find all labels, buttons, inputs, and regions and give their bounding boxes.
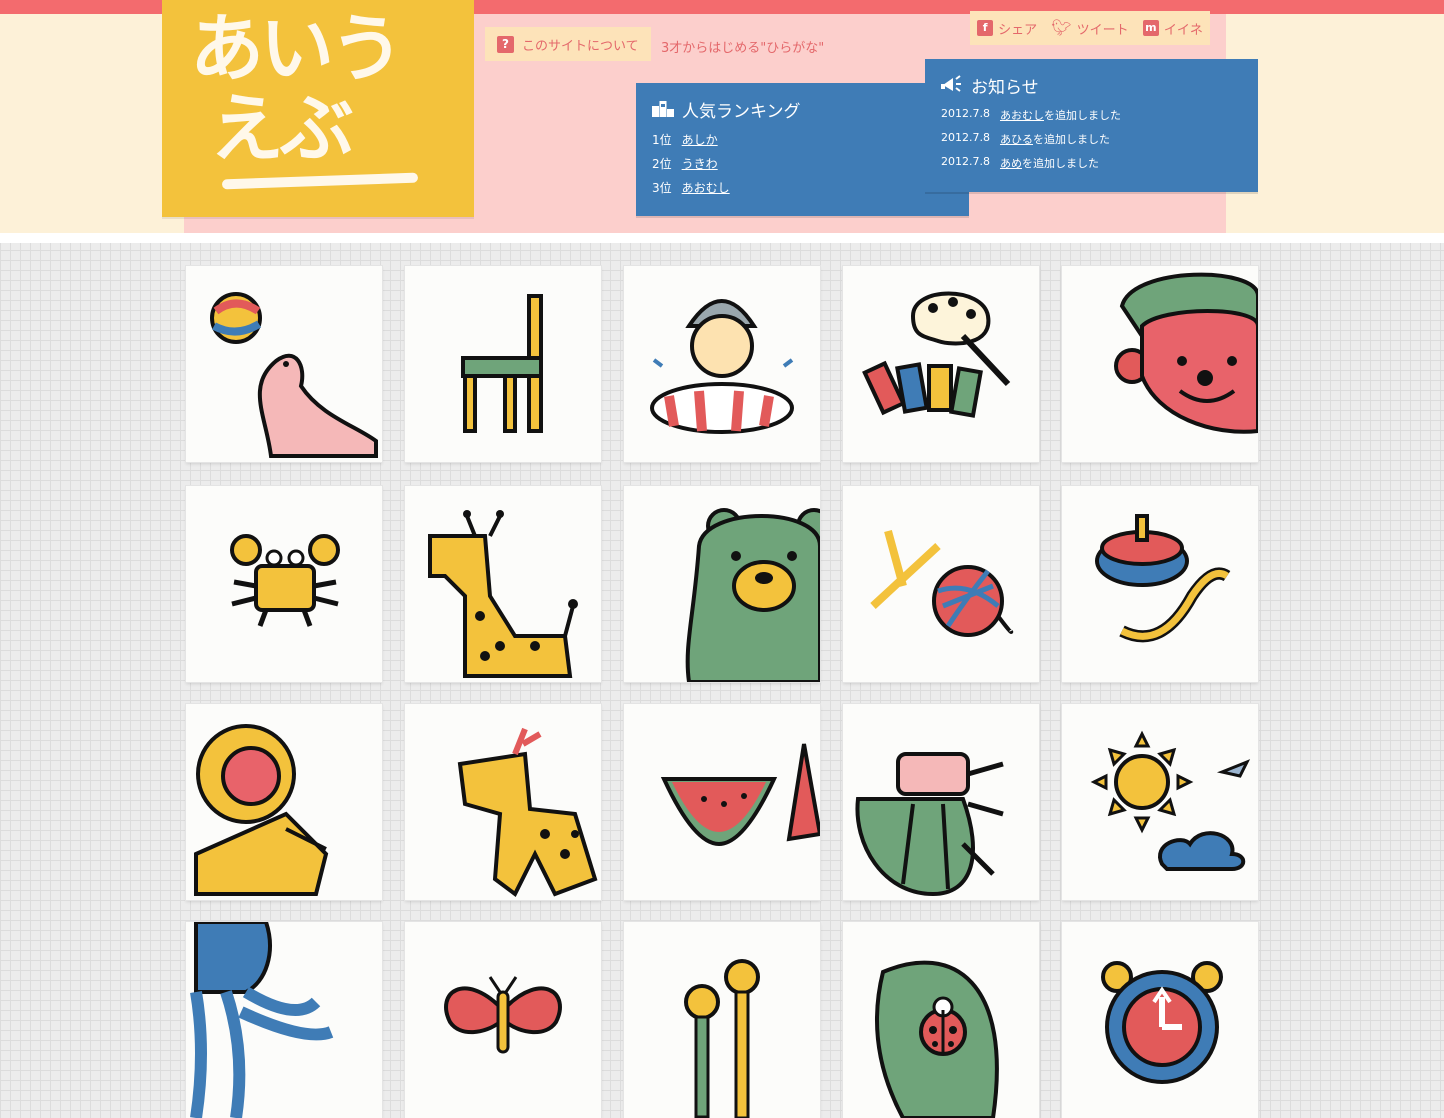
tile-paint-palette[interactable] <box>843 266 1039 462</box>
mixi-icon: m <box>1142 20 1159 36</box>
tagline: 3才からはじめる"ひらがな" <box>661 41 825 56</box>
rank-word-link[interactable]: あおむし <box>682 179 730 203</box>
ranking-title-text: 人気ランキング <box>682 102 801 122</box>
alarm-clock-illustration <box>1101 961 1223 1084</box>
watermelon-illustration <box>660 743 820 847</box>
about-site-link[interactable]: ? このサイトについて <box>485 27 651 61</box>
rank-word-link[interactable]: うきわ <box>682 155 718 179</box>
tile-maracas[interactable] <box>624 922 820 1118</box>
tile-giraffe[interactable] <box>405 486 601 682</box>
knitting-yarn-illustration <box>870 529 1014 637</box>
tile-spinning-top[interactable] <box>1062 486 1258 682</box>
news-panel: お知らせ 2012.7.8 あおむしを追加しました 2012.7.8 あひるを追加し… <box>925 59 1258 192</box>
rank-number: 1位 <box>652 133 672 147</box>
news-suffix: を追加しました <box>1021 157 1099 170</box>
logo-text-line1: あいう <box>190 6 404 92</box>
tile-butterfly[interactable] <box>405 922 601 1118</box>
news-word-link[interactable]: あひる <box>1000 133 1033 146</box>
mixi-like-button[interactable]: m イイネ <box>1142 19 1203 38</box>
tile-watermelon[interactable] <box>624 704 820 900</box>
ranking-title: 人気ランキング <box>652 97 801 122</box>
rank-number: 2位 <box>652 157 672 171</box>
ranking-item: 2位 うきわ <box>652 155 730 179</box>
spinning-top-illustration <box>1095 514 1231 643</box>
ranking-panel: 人気ランキング 1位 あしか 2位 うきわ 3位 あおむし <box>636 83 969 216</box>
ranking-list: 1位 あしか 2位 うきわ 3位 あおむし <box>652 131 730 203</box>
butterfly-illustration <box>444 976 562 1054</box>
news-word-link[interactable]: あおむし <box>1000 109 1044 122</box>
tile-bear[interactable] <box>624 486 820 682</box>
news-date: 2012.7.8 <box>941 107 990 120</box>
bear-illustration <box>685 508 820 682</box>
megaphone-icon <box>941 73 963 98</box>
tile-red-face[interactable] <box>1062 266 1258 462</box>
news-date: 2012.7.8 <box>941 155 990 168</box>
logo-underline <box>221 172 419 190</box>
facebook-share-button[interactable]: f シェア <box>977 19 1037 38</box>
twitter-bird-icon: 🐦︎ <box>1051 18 1072 37</box>
tile-knitting-yarn[interactable] <box>843 486 1039 682</box>
tile-alarm-clock[interactable] <box>1062 922 1258 1118</box>
tile-seal-ball[interactable] <box>186 266 382 462</box>
crab-illustration <box>230 534 340 627</box>
boy-swim-ring-illustration <box>650 299 794 434</box>
news-suffix: を追加しました <box>1043 109 1121 122</box>
rank-word-link[interactable]: あしか <box>682 131 718 155</box>
ranking-item: 3位 あおむし <box>652 179 730 203</box>
header-divider <box>0 233 1444 243</box>
tweet-button[interactable]: 🐦︎ ツイート <box>1051 19 1128 38</box>
monkey-illustration <box>194 724 329 896</box>
tile-beetle[interactable] <box>843 704 1039 900</box>
seal-ball-illustration <box>210 292 378 458</box>
ladybug-leaf-illustration <box>875 960 999 1118</box>
news-title: お知らせ <box>941 73 1039 98</box>
tile-chair[interactable] <box>405 266 601 462</box>
octopus-illustration <box>190 922 334 1118</box>
about-site-label: このサイトについて <box>522 38 639 54</box>
social-bar: f シェア 🐦︎ ツイート m イイネ <box>970 11 1210 45</box>
paint-palette-illustration <box>862 291 1011 418</box>
tile-boy-swim-ring[interactable] <box>624 266 820 462</box>
news-word-link[interactable]: あめ <box>1000 157 1022 170</box>
news-item: 2012.7.8 あひるを追加しました <box>941 131 1121 155</box>
tile-deer[interactable] <box>405 704 601 900</box>
news-list: 2012.7.8 あおむしを追加しました 2012.7.8 あひるを追加しました 2… <box>941 107 1121 179</box>
tile-octopus[interactable] <box>186 922 382 1118</box>
ranking-item: 1位 あしか <box>652 131 730 155</box>
news-title-text: お知らせ <box>971 78 1039 98</box>
tweet-label: ツイート <box>1076 22 1129 38</box>
facebook-icon: f <box>977 20 994 36</box>
share-label: シェア <box>998 22 1038 38</box>
news-item: 2012.7.8 あめを追加しました <box>941 155 1121 179</box>
site-logo[interactable]: あいう えぶ <box>162 0 474 217</box>
news-suffix: を追加しました <box>1032 133 1110 146</box>
sun-cloud-illustration <box>1090 730 1251 871</box>
beetle-illustration <box>855 752 1004 897</box>
tile-monkey[interactable] <box>186 704 382 900</box>
news-item: 2012.7.8 あおむしを追加しました <box>941 107 1121 131</box>
rank-number: 3位 <box>652 181 672 195</box>
question-icon: ? <box>497 35 514 53</box>
tile-crab[interactable] <box>186 486 382 682</box>
news-date: 2012.7.8 <box>941 131 990 144</box>
logo-text-line2: えぶ <box>210 86 354 172</box>
maracas-illustration <box>684 959 760 1118</box>
like-label: イイネ <box>1163 22 1203 38</box>
tile-sun-cloud[interactable] <box>1062 704 1258 900</box>
deer-illustration <box>457 727 598 898</box>
giraffe-illustration <box>428 510 578 678</box>
chair-illustration <box>461 294 543 433</box>
tile-ladybug-leaf[interactable] <box>843 922 1039 1118</box>
red-face-illustration <box>1114 272 1258 434</box>
podium-icon <box>652 97 674 122</box>
